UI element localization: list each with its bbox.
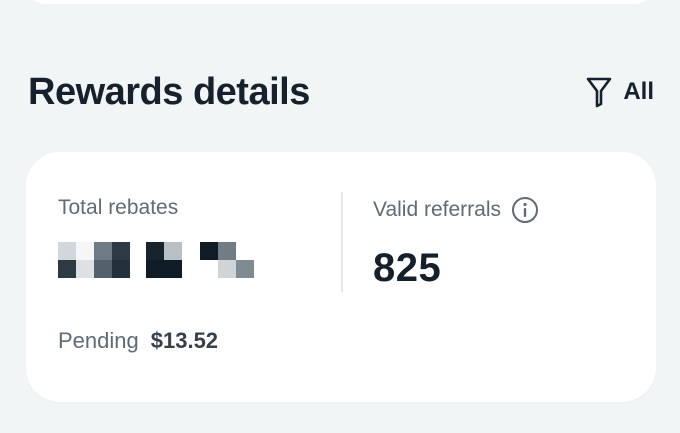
- total-rebates-label: Total rebates: [58, 196, 179, 219]
- pending-row: Pending $13.52: [58, 328, 218, 354]
- filter-icon: [585, 75, 613, 109]
- filter-button[interactable]: All: [585, 75, 654, 109]
- rewards-summary-card: Total rebates Valid referrals 825 Pendin…: [26, 152, 656, 402]
- valid-referrals-value: 825: [373, 246, 442, 290]
- valid-referrals-section: Valid referrals 825: [373, 196, 539, 291]
- filter-label: All: [623, 78, 654, 105]
- info-icon[interactable]: [511, 196, 539, 224]
- valid-referrals-label: Valid referrals: [373, 198, 501, 221]
- previous-card-edge: [22, 0, 658, 4]
- total-rebates-section: Total rebates: [58, 196, 278, 292]
- masked-total-rebates-value: [58, 242, 278, 292]
- page-title: Rewards details: [28, 70, 310, 113]
- pending-label: Pending: [58, 328, 139, 353]
- stats-divider: [341, 192, 343, 292]
- valid-referrals-label-row: Valid referrals: [373, 196, 539, 224]
- rewards-header: Rewards details All: [28, 70, 654, 114]
- pending-value: $13.52: [150, 328, 219, 353]
